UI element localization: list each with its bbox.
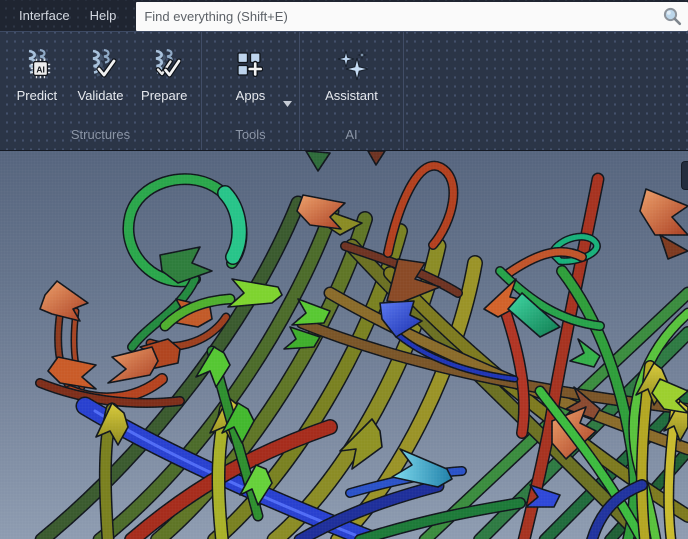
ribbon-group-structures: AI Predict Validate: [0, 32, 202, 150]
app-grid-plus-icon: [234, 48, 268, 82]
validate-label: Validate: [78, 88, 124, 103]
ribbon: AI Predict Validate: [0, 31, 688, 150]
structure-viewport[interactable]: [0, 150, 688, 539]
ribbon-empty-area: [404, 32, 688, 150]
protein-ribbon-canvas[interactable]: [0, 151, 688, 539]
assistant-label: Assistant: [325, 88, 378, 103]
ribbon-group-tools: Apps Tools: [202, 32, 300, 150]
protein-check-icon: [84, 48, 118, 82]
apps-button[interactable]: Apps: [219, 32, 283, 103]
validate-button[interactable]: Validate: [69, 32, 133, 103]
apps-dropdown-caret-icon[interactable]: [283, 94, 292, 112]
sparkles-icon: [335, 48, 369, 82]
prepare-label: Prepare: [141, 88, 187, 103]
protein-double-check-icon: [147, 48, 181, 82]
magnifier-icon[interactable]: [661, 5, 683, 32]
protein-ai-chip-icon: AI: [20, 48, 54, 82]
group-label-structures: Structures: [0, 127, 201, 142]
collapsed-panel-handle[interactable]: [681, 161, 688, 190]
ribbon-group-ai: Assistant AI: [300, 32, 404, 150]
search-input[interactable]: [140, 3, 666, 30]
application-window: Interface Help: [0, 0, 688, 539]
predict-label: Predict: [17, 88, 57, 103]
menu-item-interface[interactable]: Interface: [9, 0, 80, 31]
svg-text:AI: AI: [36, 64, 45, 74]
global-search: [136, 2, 688, 31]
group-label-tools: Tools: [202, 127, 299, 142]
predict-button[interactable]: AI Predict: [5, 32, 69, 103]
assistant-button[interactable]: Assistant: [320, 32, 384, 103]
prepare-button[interactable]: Prepare: [132, 32, 196, 103]
menubar: Interface Help: [0, 0, 688, 31]
apps-label: Apps: [236, 88, 266, 103]
menu-item-help[interactable]: Help: [80, 0, 127, 31]
group-label-ai: AI: [300, 127, 403, 142]
